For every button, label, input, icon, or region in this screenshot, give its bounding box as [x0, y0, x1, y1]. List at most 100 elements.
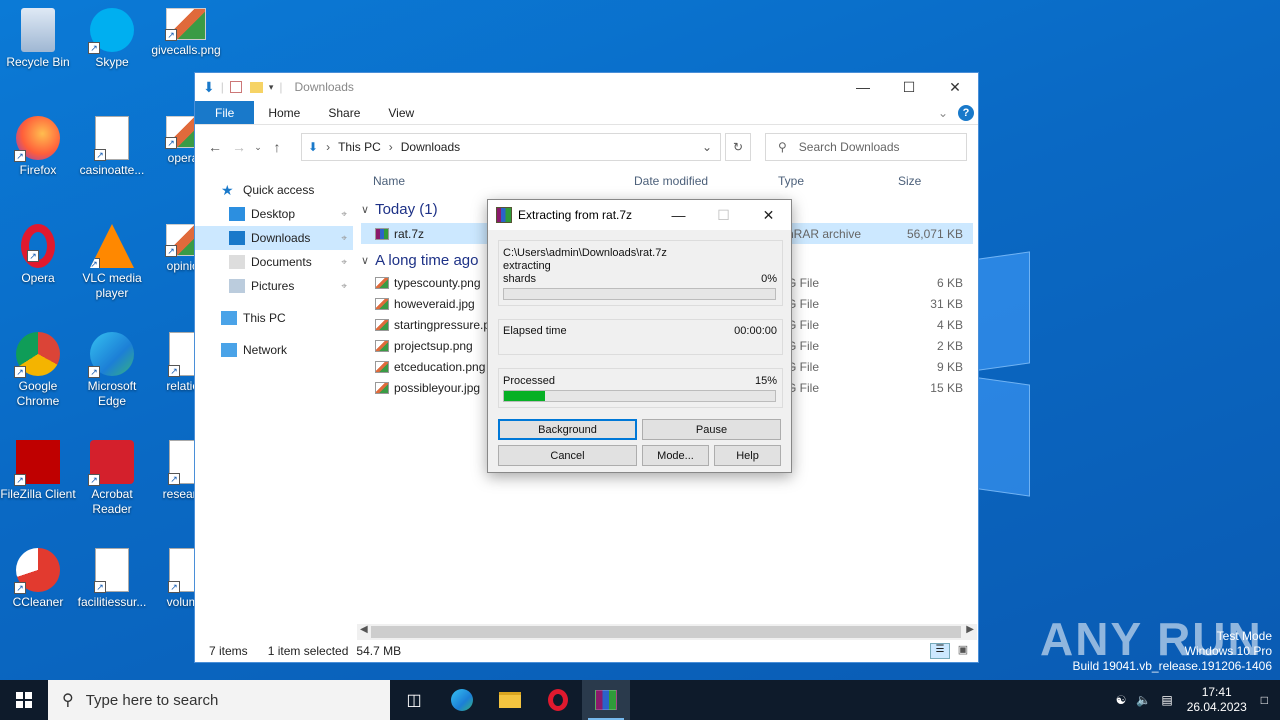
cancel-button[interactable]: Cancel: [498, 445, 637, 466]
shortcut-arrow-icon: ↗: [88, 366, 100, 378]
tab-share[interactable]: Share: [314, 101, 374, 124]
network-tray-icon[interactable]: ▤: [1161, 693, 1172, 707]
desktop-icon-opera[interactable]: ↗ Opera: [0, 224, 76, 286]
breadcrumb-this-pc[interactable]: This PC: [338, 140, 381, 154]
image-file-icon: ↗: [165, 8, 206, 41]
tab-view[interactable]: View: [374, 101, 428, 124]
horizontal-scrollbar[interactable]: ◀ ▶: [357, 624, 977, 640]
desktop-icon-image-file[interactable]: ↗ givecalls.png: [148, 8, 224, 58]
maximize-button[interactable]: ☐: [886, 73, 932, 101]
desktop-icon-acrobat[interactable]: ↗ Acrobat Reader: [74, 440, 150, 517]
people-icon[interactable]: ☯: [1116, 693, 1127, 707]
file-explorer-taskbar-icon[interactable]: [486, 680, 534, 720]
nav-item-quick-access[interactable]: ★ Quick access: [195, 178, 353, 202]
up-icon[interactable]: ↑: [265, 139, 289, 155]
shortcut-arrow-icon: ↗: [165, 137, 177, 149]
clock-date: 26.04.2023: [1186, 700, 1247, 714]
shortcut-arrow-icon: ↗: [14, 582, 26, 594]
search-input[interactable]: ⚲ Search Downloads: [765, 133, 967, 161]
desktop-icon-recycle-bin[interactable]: Recycle Bin: [0, 8, 76, 70]
nav-item-pictures[interactable]: Pictures ⌖: [195, 274, 353, 298]
processed-percent: 15%: [754, 375, 777, 387]
clock[interactable]: 17:41 26.04.2023: [1177, 685, 1257, 715]
minimize-button[interactable]: —: [840, 73, 886, 101]
dialog-minimize-button[interactable]: —: [656, 200, 701, 230]
desktop-icon-filezilla[interactable]: ↗ FileZilla Client: [0, 440, 76, 502]
details-view-icon[interactable]: ☰: [930, 643, 950, 659]
quick-access-download-icon[interactable]: ⬇: [203, 79, 215, 96]
column-size[interactable]: Size: [898, 174, 921, 188]
volume-icon[interactable]: 🔈: [1136, 693, 1151, 707]
nav-item-this-pc[interactable]: This PC: [195, 306, 353, 330]
taskbar-search-input[interactable]: ⚲ Type here to search: [48, 680, 390, 720]
processed-label: Processed: [503, 375, 555, 387]
winrar-archive-icon: [375, 227, 389, 240]
desktop-icon-edge[interactable]: ↗ Microsoft Edge: [74, 332, 150, 409]
column-date-modified[interactable]: Date modified: [634, 174, 708, 188]
tab-file[interactable]: File: [195, 101, 255, 124]
notification-icon[interactable]: □: [1261, 693, 1268, 707]
dialog-title-bar[interactable]: Extracting from rat.7z — ☐ ✕: [488, 200, 791, 230]
desktop-icon-word-document[interactable]: ↗ facilitiessur...: [74, 548, 150, 610]
scroll-thumb[interactable]: [371, 626, 961, 638]
forward-icon[interactable]: →: [227, 139, 251, 155]
task-view-icon[interactable]: ◫: [390, 680, 438, 720]
edge-taskbar-icon[interactable]: [438, 680, 486, 720]
address-bar[interactable]: ⬇ › This PC › Downloads ⌄: [301, 133, 721, 161]
customize-toolbar-icon[interactable]: ▾: [269, 82, 274, 93]
column-name[interactable]: Name: [373, 174, 405, 188]
desktop-icon-word-document[interactable]: ↗ casinoatte...: [74, 116, 150, 178]
nav-item-downloads[interactable]: Downloads ⌖: [195, 226, 353, 250]
mode-button[interactable]: Mode...: [642, 445, 709, 466]
opera-taskbar-icon[interactable]: [534, 680, 582, 720]
watermark-line: Windows 10 Pro: [1184, 644, 1272, 658]
nav-item-documents[interactable]: Documents ⌖: [195, 250, 353, 274]
start-button[interactable]: [0, 680, 48, 720]
shortcut-arrow-icon: ↗: [165, 29, 177, 41]
desktop-icon-label: VLC media player: [82, 271, 142, 300]
desktop-icon-vlc[interactable]: ↗ VLC media player: [74, 224, 150, 301]
help-button[interactable]: Help: [714, 445, 781, 466]
nav-item-label: Desktop: [251, 207, 296, 221]
column-type[interactable]: Type: [778, 174, 804, 188]
network-icon: [221, 343, 237, 357]
background-button[interactable]: Background: [498, 419, 637, 440]
desktop-icon-skype[interactable]: ↗ Skype: [74, 8, 150, 70]
file-size: 2 KB: [936, 338, 963, 353]
desktop-icon-firefox[interactable]: ↗ Firefox: [0, 116, 76, 178]
elapsed-label: Elapsed time: [503, 325, 567, 337]
desktop-icon-chrome[interactable]: ↗ Google Chrome: [0, 332, 76, 409]
breadcrumb-downloads[interactable]: Downloads: [401, 140, 460, 154]
refresh-button[interactable]: ↻: [725, 133, 751, 161]
chrome-icon: ↗: [14, 332, 60, 378]
extraction-dialog[interactable]: Extracting from rat.7z — ☐ ✕ C:\Users\ad…: [487, 199, 792, 473]
new-folder-icon[interactable]: [249, 81, 263, 93]
help-icon[interactable]: ?: [958, 101, 978, 124]
nav-item-network[interactable]: Network: [195, 338, 353, 362]
nav-item-desktop[interactable]: Desktop ⌖: [195, 202, 353, 226]
address-row: ← → ⌄ ↑ ⬇ › This PC › Downloads ⌄ ↻ ⚲ Se…: [195, 131, 978, 163]
winrar-taskbar-icon[interactable]: [582, 680, 630, 720]
downloads-folder-icon: [229, 231, 245, 245]
pictures-folder-icon: [229, 279, 245, 293]
desktop-icon-ccleaner[interactable]: ↗ CCleaner: [0, 548, 76, 610]
title-bar[interactable]: ⬇ | ▾ | Downloads — ☐ ✕: [195, 73, 978, 101]
large-icons-view-icon[interactable]: ▣: [954, 643, 972, 659]
address-dropdown-icon[interactable]: ⌄: [702, 140, 712, 154]
pause-button[interactable]: Pause: [642, 419, 781, 440]
back-icon[interactable]: ←: [203, 139, 227, 155]
edge-icon: ↗: [88, 332, 134, 378]
watermark-line: Build 19041.vb_release.191206-1406: [1072, 659, 1273, 673]
file-percent: 0%: [761, 273, 777, 285]
dialog-close-button[interactable]: ✕: [746, 200, 791, 230]
pin-icon: ⌖: [341, 280, 347, 292]
scroll-right-icon[interactable]: ▶: [966, 624, 974, 635]
close-button[interactable]: ✕: [932, 73, 978, 101]
tab-home[interactable]: Home: [254, 101, 314, 124]
recent-locations-icon[interactable]: ⌄: [251, 142, 265, 153]
processed-progress-bar: [503, 390, 776, 402]
scroll-left-icon[interactable]: ◀: [360, 624, 368, 635]
elapsed-value: 00:00:00: [734, 325, 777, 337]
properties-icon[interactable]: [229, 81, 242, 93]
expand-ribbon-icon[interactable]: ⌄: [938, 101, 958, 124]
